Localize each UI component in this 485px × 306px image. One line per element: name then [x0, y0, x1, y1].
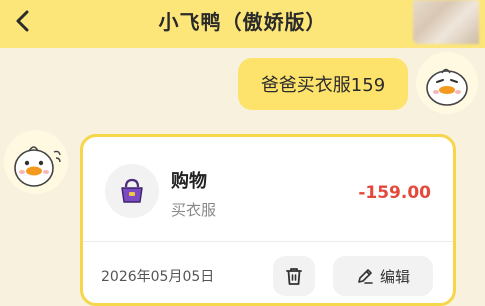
bot-avatar[interactable] [4, 130, 68, 194]
divider [83, 241, 453, 242]
trash-icon [286, 268, 302, 285]
edit-label: 编辑 [379, 267, 410, 286]
user-avatar[interactable] [416, 52, 478, 114]
delete-button[interactable] [273, 256, 315, 296]
amount-value: -159.00 [358, 183, 431, 203]
profile-avatar[interactable] [413, 0, 479, 44]
category-name: 购物 [171, 171, 207, 192]
duck-avatar-icon [417, 53, 477, 113]
record-note: 买衣服 [171, 201, 217, 219]
top-bar: 小飞鸭（傲娇版） [0, 0, 485, 48]
handbag-icon [121, 178, 143, 203]
record-date: 2026年05月05日 [101, 269, 215, 285]
duck-avatar-icon [5, 131, 67, 193]
category-icon-container [105, 164, 159, 218]
user-message-bubble: 爸爸买衣服159 [238, 58, 408, 110]
edit-button[interactable]: 编辑 [333, 256, 433, 296]
transaction-card: 购物 买衣服 -159.00 2026年05月05日 编辑 [80, 134, 456, 306]
pencil-icon [358, 269, 373, 284]
